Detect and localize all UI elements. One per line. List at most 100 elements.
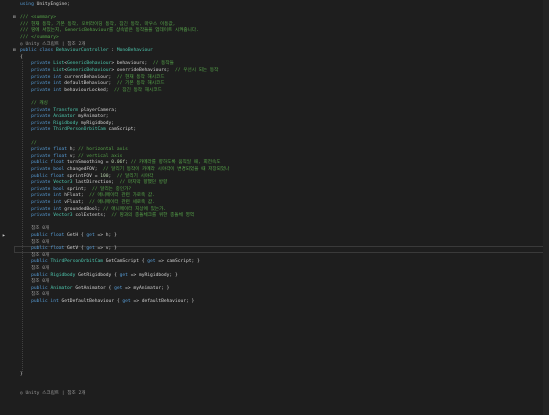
code-line[interactable] xyxy=(0,345,549,352)
codelens-reference[interactable]: ◎ Unity 스크립트 | 참조 2개 xyxy=(20,42,86,47)
code-line[interactable]: private float h; // horizontal axis xyxy=(0,147,549,154)
code-line[interactable] xyxy=(0,378,549,385)
code-token: GetRigidbody { xyxy=(75,272,120,278)
code-text: public float turnSmoothing = 0.06f; // 카… xyxy=(20,160,220,167)
code-line[interactable]: /// </summary> xyxy=(0,35,549,42)
code-token: => myAnimator; } xyxy=(122,285,170,291)
code-token: // 동작들 xyxy=(152,61,174,67)
code-token: private int xyxy=(20,206,65,212)
code-token: => myRigidbody; } xyxy=(127,272,178,278)
codelens-reference[interactable]: ◎ Unity 스크립트 | 참조 2개 xyxy=(20,391,86,396)
code-line[interactable]: private int defaultBehaviour; // 기본 동작 해… xyxy=(0,81,549,88)
code-line[interactable] xyxy=(0,312,549,319)
code-text: public float GetV { get => v; } xyxy=(20,246,117,253)
fold-toggle-icon[interactable]: ⊟ xyxy=(13,15,17,22)
code-token: // xyxy=(20,140,37,146)
code-line[interactable]: private Vector3 colExtents; // 땅과의 충돌체크를… xyxy=(0,213,549,220)
code-line[interactable]: private int behaviourLocked; // 잠긴 동작 해시… xyxy=(0,88,549,95)
code-line[interactable]: public int GetDefaultBehaviour { get => … xyxy=(0,299,549,306)
code-line[interactable]: 참조 0개 xyxy=(0,279,549,286)
code-line[interactable] xyxy=(0,9,549,16)
codelens-reference[interactable]: 참조 0개 xyxy=(20,266,49,271)
code-line[interactable] xyxy=(0,325,549,332)
code-text: private Vector3 lastDirection; // 마지막 향했… xyxy=(20,180,167,187)
code-text: 참조 0개 xyxy=(20,226,49,233)
code-line[interactable]: public Animator GetAnimator { get => myA… xyxy=(0,286,549,293)
code-line[interactable] xyxy=(0,352,549,359)
code-token: defaultBehaviour; xyxy=(64,81,117,87)
code-token: get xyxy=(86,233,95,238)
code-line[interactable]: private int hFloat; // 애니메이터 관련 가로축 값. xyxy=(0,193,549,200)
code-token: private float xyxy=(20,147,70,153)
code-line[interactable]: private List<GenericBehaviour> overrideB… xyxy=(0,68,549,75)
code-token: private bool xyxy=(20,167,68,172)
code-text: private int hFloat; // 애니메이터 관련 가로축 값. xyxy=(20,193,155,200)
code-text: private int defaultBehaviour; // 기본 동작 해… xyxy=(20,81,164,88)
code-line[interactable] xyxy=(0,358,549,365)
code-line[interactable]: private Animator myAnimator; xyxy=(0,114,549,121)
code-token: Vector3 xyxy=(53,213,73,219)
code-token: private bool xyxy=(20,186,68,192)
code-line[interactable]: // 캐싱 xyxy=(0,101,549,108)
code-token: get xyxy=(147,259,156,265)
code-token: // 애니메이터 관련 가로축 값. xyxy=(89,193,156,199)
code-token: GetDefaultBehaviour { xyxy=(61,299,123,304)
code-line[interactable]: public float GetV { get => v; } xyxy=(0,246,549,253)
code-line[interactable]: private bool changedFOV; // 달리기 동작이 카메라 … xyxy=(0,167,549,174)
code-line[interactable]: 참조 0개 xyxy=(0,226,549,233)
code-token: ; xyxy=(108,173,117,179)
code-text: using UnityEngine; xyxy=(20,2,70,9)
code-token: > behaviours; xyxy=(111,61,153,67)
code-line[interactable]: 참조 0개 xyxy=(0,292,549,299)
code-line[interactable] xyxy=(0,306,549,313)
code-token: => v; } xyxy=(94,246,117,252)
code-line[interactable]: } xyxy=(0,372,549,379)
code-token: private xyxy=(20,180,54,186)
code-editor[interactable]: ▸ using UnityEngine; ⊟/// <summary>/// 현재… xyxy=(0,0,549,415)
fold-toggle-icon[interactable]: ⊟ xyxy=(13,48,17,55)
code-line[interactable]: ⊟ public class BehaviourController : Mono… xyxy=(0,48,549,55)
code-token: // 애니메이터 지상에 있는가. xyxy=(103,206,167,212)
code-token: camScript; xyxy=(105,127,137,133)
code-line[interactable]: ◎ Unity 스크립트 | 참조 2개 xyxy=(0,391,549,398)
codelens-reference[interactable]: 참조 0개 xyxy=(20,279,49,284)
code-line[interactable]: 참조 0개 xyxy=(0,266,549,273)
codelens-reference[interactable]: 참조 0개 xyxy=(20,240,49,245)
code-token: // 마지막 향했던 방향 xyxy=(119,180,168,186)
code-line[interactable] xyxy=(0,319,549,326)
code-line[interactable]: public Rigidbody GetRigidbody { get => m… xyxy=(0,273,549,280)
code-line[interactable]: private ThirdPersonOrbitCam camScript; xyxy=(0,127,549,134)
code-token: Rigidbody xyxy=(50,272,76,278)
code-token: get xyxy=(119,272,128,278)
code-token: => defaultBehaviour; } xyxy=(130,299,195,304)
code-line[interactable] xyxy=(0,365,549,372)
codelens-reference[interactable]: 참조 0개 xyxy=(20,292,49,297)
code-text: /// </summary> xyxy=(20,35,59,42)
code-token: /// 땅에 서있는지, GenericBehaviour를 상속받은 동작들을… xyxy=(20,28,199,34)
code-line[interactable] xyxy=(0,94,549,101)
code-token: myAnimator; xyxy=(75,114,109,120)
code-text: public float GetH { get => h; } xyxy=(20,233,117,240)
code-line[interactable]: public float GetH { get => h; } xyxy=(0,233,549,240)
codelens-reference[interactable]: 참조 0개 xyxy=(20,226,49,231)
code-line[interactable] xyxy=(0,339,549,346)
code-token: colExtents; xyxy=(72,213,112,219)
code-line[interactable]: private List<GenericBehaviour> behaviour… xyxy=(0,61,549,68)
code-line[interactable]: public ThirdPersonOrbitCam GetCamScript … xyxy=(0,259,549,266)
code-token: GenericBehaviour xyxy=(67,61,112,67)
code-line[interactable]: ⊟/// <summary> xyxy=(0,15,549,22)
code-text: private bool changedFOV; // 달리기 동작이 카메라 … xyxy=(20,167,229,174)
code-token: public xyxy=(20,272,51,278)
codelens-reference[interactable]: 참조 0개 xyxy=(20,253,49,258)
code-line[interactable] xyxy=(0,220,549,227)
code-token: private xyxy=(20,213,54,219)
code-line[interactable]: public float turnSmoothing = 0.06f; // 카… xyxy=(0,160,549,167)
code-line[interactable]: private Vector3 lastDirection; // 마지막 향했… xyxy=(0,180,549,187)
code-line[interactable]: private int vFloat; // 애니메이터 관련 세로축 값. xyxy=(0,200,549,207)
code-token: public float xyxy=(20,160,68,166)
code-line[interactable] xyxy=(0,332,549,339)
code-line[interactable] xyxy=(0,134,549,141)
code-line[interactable]: /// 땅에 서있는지, GenericBehaviour를 상속받은 동작들을… xyxy=(0,28,549,35)
code-line[interactable]: using UnityEngine; xyxy=(0,2,549,9)
vertical-scrollbar[interactable] xyxy=(543,0,549,415)
